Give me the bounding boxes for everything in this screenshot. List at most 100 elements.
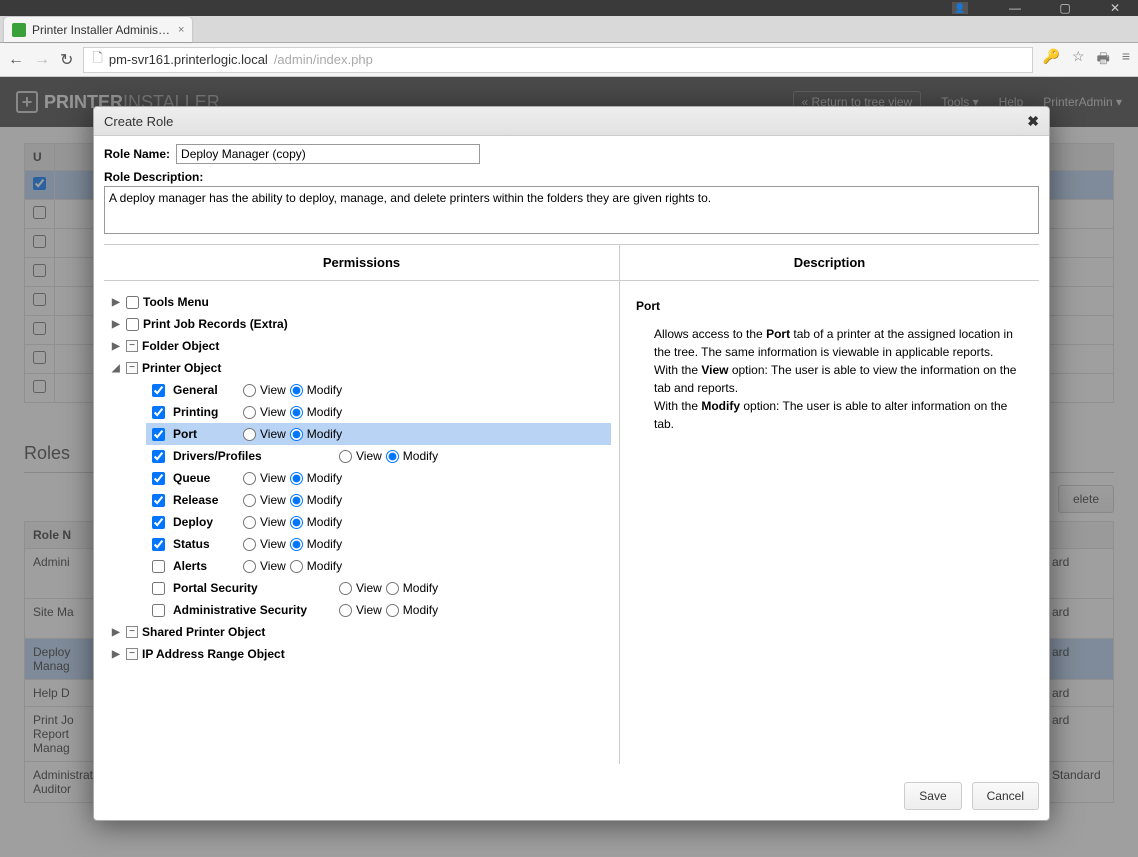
perm-checkbox[interactable] (152, 516, 165, 529)
window-close[interactable]: ✕ (1100, 1, 1130, 15)
view-radio[interactable] (243, 494, 256, 507)
description-header: Description (620, 245, 1039, 281)
perm-checkbox[interactable] (152, 406, 165, 419)
perm-label: Port (173, 427, 237, 441)
view-radio[interactable] (339, 582, 352, 595)
perm-row-release[interactable]: ReleaseView Modify (146, 489, 611, 511)
perm-label: General (173, 383, 237, 397)
view-radio[interactable] (243, 516, 256, 529)
create-role-dialog: Create Role ✖ Role Name: Role Descriptio… (93, 106, 1050, 821)
node-ip-address-range[interactable]: ▶ − IP Address Range Object (112, 643, 611, 665)
permissions-tree: ▶ Tools Menu ▶ Print Job Records (Extra)… (104, 281, 619, 675)
perm-row-general[interactable]: GeneralView Modify (146, 379, 611, 401)
perm-label: Administrative Security (173, 603, 333, 617)
collapse-icon[interactable]: − (126, 362, 138, 374)
collapse-icon[interactable]: − (126, 648, 138, 660)
perm-label: Drivers/Profiles (173, 449, 333, 463)
caret-icon: ▶ (112, 627, 122, 638)
url-path: /admin/index.php (274, 52, 373, 67)
node-shared-printer-object[interactable]: ▶ − Shared Printer Object (112, 621, 611, 643)
perm-row-deploy[interactable]: DeployView Modify (146, 511, 611, 533)
perm-row-printing[interactable]: PrintingView Modify (146, 401, 611, 423)
caret-icon: ▶ (112, 341, 122, 352)
modify-radio[interactable] (386, 604, 399, 617)
printer-icon[interactable]: 🖶 (1097, 48, 1110, 72)
menu-icon[interactable]: ≡ (1122, 48, 1130, 72)
perm-checkbox[interactable] (152, 604, 165, 617)
modify-label: Modify (307, 493, 342, 507)
node-tools-menu[interactable]: ▶ Tools Menu (112, 291, 611, 313)
perm-row-admin_security[interactable]: Administrative SecurityView Modify (146, 599, 611, 621)
node-print-job-records[interactable]: ▶ Print Job Records (Extra) (112, 313, 611, 335)
modify-radio[interactable] (290, 384, 303, 397)
perm-checkbox[interactable] (152, 450, 165, 463)
modify-label: Modify (307, 515, 342, 529)
view-radio[interactable] (243, 538, 256, 551)
modify-radio[interactable] (386, 450, 399, 463)
caret-icon: ▶ (112, 649, 122, 660)
modify-label: Modify (307, 427, 342, 441)
modify-radio[interactable] (290, 472, 303, 485)
perm-label: Printing (173, 405, 237, 419)
perm-row-alerts[interactable]: AlertsView Modify (146, 555, 611, 577)
reload-button[interactable]: ↻ (60, 50, 73, 70)
tab-title: Printer Installer Administra (32, 23, 172, 37)
perm-row-portal_security[interactable]: Portal SecurityView Modify (146, 577, 611, 599)
node-check[interactable] (126, 296, 139, 309)
view-radio[interactable] (243, 384, 256, 397)
modify-radio[interactable] (290, 428, 303, 441)
modify-radio[interactable] (290, 560, 303, 573)
perm-row-status[interactable]: StatusView Modify (146, 533, 611, 555)
modify-radio[interactable] (290, 538, 303, 551)
node-label: Print Job Records (Extra) (143, 317, 288, 331)
favicon-icon (12, 23, 26, 37)
view-radio[interactable] (243, 428, 256, 441)
perm-checkbox[interactable] (152, 538, 165, 551)
perm-checkbox[interactable] (152, 494, 165, 507)
forward-button[interactable]: → (34, 51, 50, 69)
tab-close[interactable]: × (178, 24, 184, 36)
perm-checkbox[interactable] (152, 428, 165, 441)
back-button[interactable]: ← (8, 51, 24, 69)
modify-label: Modify (307, 559, 342, 573)
window-minimize[interactable]: — (1000, 1, 1030, 15)
view-radio[interactable] (243, 472, 256, 485)
view-label: View (260, 383, 286, 397)
perm-checkbox[interactable] (152, 582, 165, 595)
node-folder-object[interactable]: ▶ − Folder Object (112, 335, 611, 357)
save-button[interactable]: Save (904, 782, 961, 810)
modify-radio[interactable] (290, 516, 303, 529)
perm-checkbox[interactable] (152, 472, 165, 485)
key-icon[interactable]: 🔑 (1043, 48, 1060, 72)
role-name-input[interactable] (176, 144, 480, 164)
perm-checkbox[interactable] (152, 384, 165, 397)
collapse-icon[interactable]: − (126, 626, 138, 638)
caret-icon: ▶ (112, 319, 122, 330)
node-printer-object[interactable]: ◢ − Printer Object (112, 357, 611, 379)
role-description-input[interactable] (104, 186, 1039, 234)
address-bar[interactable]: 🗋 pm-svr161.printerlogic.local/admin/ind… (83, 47, 1032, 73)
view-radio[interactable] (243, 560, 256, 573)
view-label: View (356, 603, 382, 617)
modify-radio[interactable] (290, 406, 303, 419)
window-maximize[interactable]: ▢ (1050, 1, 1080, 15)
perm-checkbox[interactable] (152, 560, 165, 573)
browser-tab[interactable]: Printer Installer Administra × (4, 17, 192, 42)
dialog-close-icon[interactable]: ✖ (1027, 113, 1039, 130)
node-label: IP Address Range Object (142, 647, 285, 661)
perm-row-port[interactable]: PortView Modify (146, 423, 611, 445)
view-radio[interactable] (243, 406, 256, 419)
node-label: Folder Object (142, 339, 219, 353)
perm-row-drivers[interactable]: Drivers/ProfilesView Modify (146, 445, 611, 467)
view-radio[interactable] (339, 604, 352, 617)
perm-row-queue[interactable]: QueueView Modify (146, 467, 611, 489)
modify-radio[interactable] (386, 582, 399, 595)
modify-label: Modify (307, 471, 342, 485)
collapse-icon[interactable]: − (126, 340, 138, 352)
view-radio[interactable] (339, 450, 352, 463)
dialog-title: Create Role (104, 114, 173, 129)
modify-radio[interactable] (290, 494, 303, 507)
cancel-button[interactable]: Cancel (972, 782, 1039, 810)
node-check[interactable] (126, 318, 139, 331)
bookmark-icon[interactable]: ☆ (1072, 48, 1085, 72)
